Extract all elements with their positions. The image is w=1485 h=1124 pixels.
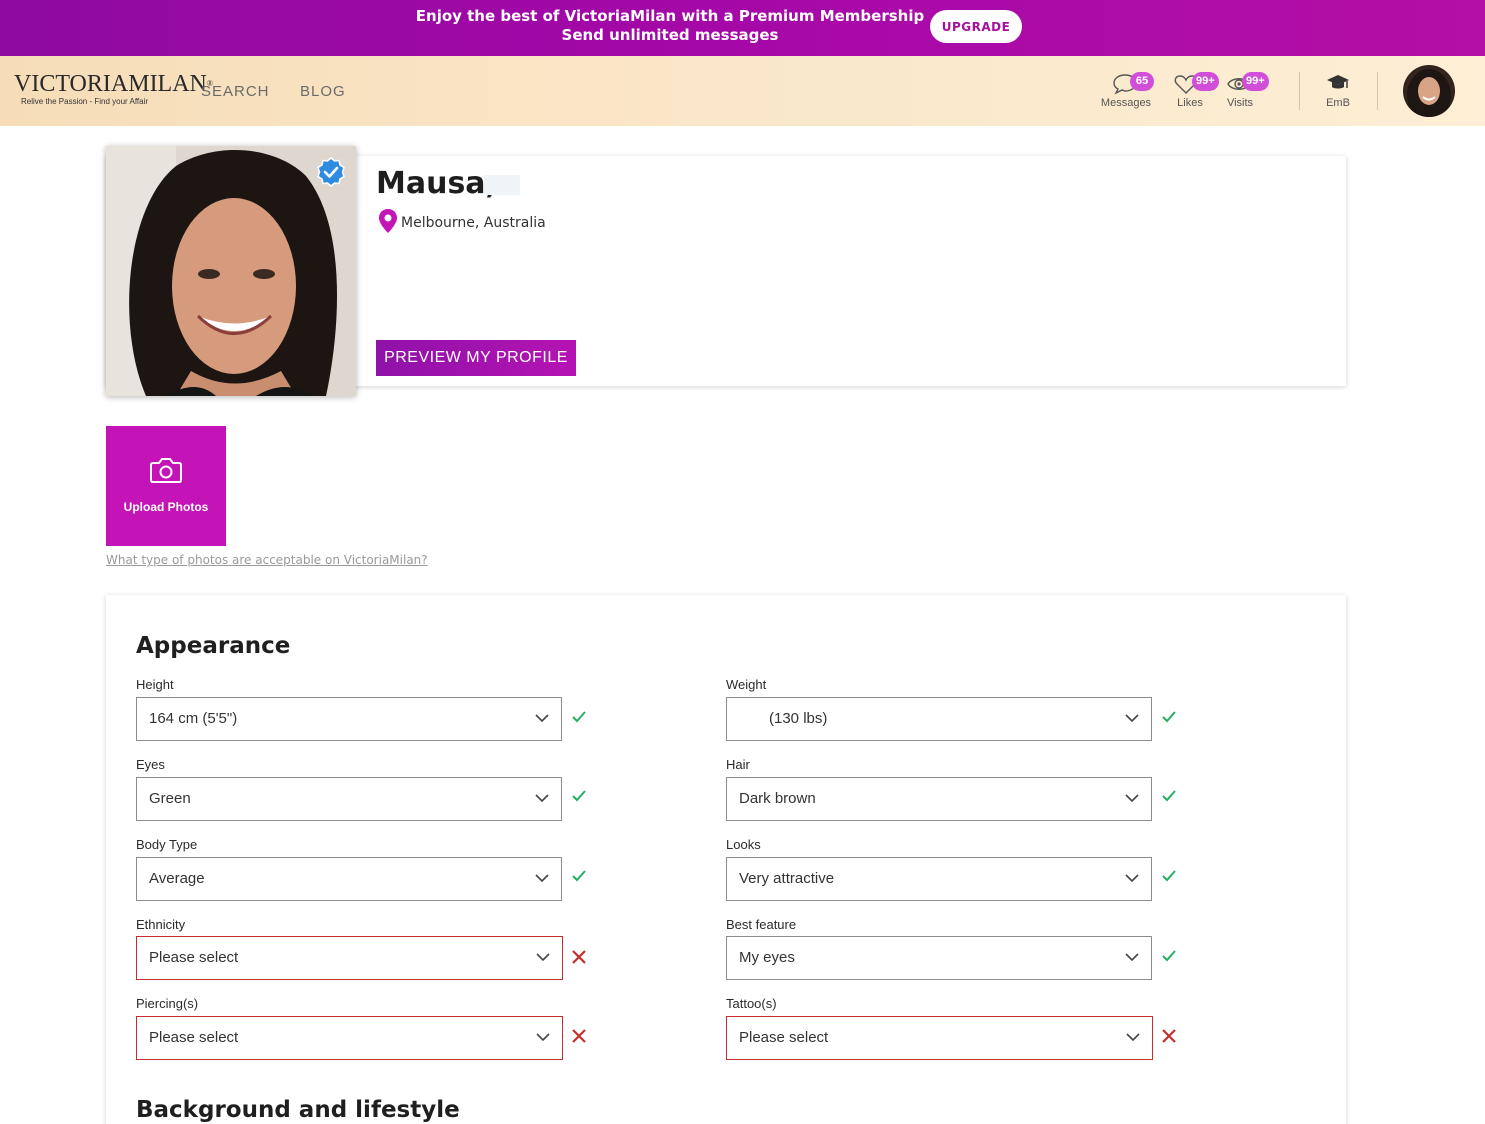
avatar-portrait — [1407, 69, 1451, 117]
nav-blog-link[interactable]: BLOG — [300, 83, 346, 100]
check-icon — [572, 870, 586, 882]
user-avatar[interactable] — [1403, 65, 1455, 117]
check-icon — [1162, 711, 1176, 723]
messages-label: Messages — [1100, 97, 1152, 109]
profile-name: Mausa, — [376, 166, 497, 201]
weight-label: Weight — [726, 677, 767, 692]
piercings-select[interactable]: Please select — [136, 1016, 563, 1060]
error-x-icon — [1162, 1029, 1176, 1043]
camera-icon — [150, 458, 182, 483]
messages-count-badge: 65 — [1130, 72, 1154, 91]
visits-label: Visits — [1226, 97, 1254, 109]
check-icon — [572, 790, 586, 802]
eyes-value: Green — [149, 790, 191, 807]
height-label: Height — [136, 677, 174, 692]
likes-count-badge: 99+ — [1192, 72, 1219, 91]
promo-banner: Enjoy the best of VictoriaMilan with a P… — [0, 0, 1485, 56]
eyes-label: Eyes — [136, 757, 165, 772]
weight-value: (130 lbs) — [769, 710, 828, 727]
header-divider — [1377, 72, 1378, 110]
upgrade-button[interactable]: UPGRADE — [930, 10, 1022, 43]
body-type-select[interactable]: Average — [136, 857, 562, 901]
chevron-down-icon — [1125, 874, 1139, 883]
weight-select[interactable]: (130 lbs) — [726, 697, 1152, 741]
check-icon — [1162, 790, 1176, 802]
check-icon — [1162, 870, 1176, 882]
appearance-title: Appearance — [136, 633, 291, 659]
upload-photos-button[interactable]: Upload Photos — [106, 426, 226, 546]
chevron-down-icon — [1125, 714, 1139, 723]
chevron-down-icon — [1125, 794, 1139, 803]
likes-label: Likes — [1177, 97, 1203, 109]
graduation-cap-icon — [1327, 75, 1349, 89]
promo-text: Enjoy the best of VictoriaMilan with a P… — [400, 7, 940, 45]
logo[interactable]: VICTORIAMILAN® Relive the Passion - Find… — [14, 71, 213, 111]
ethnicity-label: Ethnicity — [136, 917, 186, 932]
height-value: 164 cm (5'5") — [149, 710, 238, 727]
check-icon — [572, 711, 586, 723]
ethnicity-value: Please select — [149, 949, 239, 966]
error-x-icon — [572, 950, 586, 964]
location-pin-icon — [379, 209, 397, 233]
chevron-down-icon — [535, 794, 549, 803]
verified-badge-icon — [317, 157, 345, 187]
height-select[interactable]: 164 cm (5'5") — [136, 697, 562, 741]
chevron-down-icon — [1125, 953, 1139, 962]
emb-nav[interactable]: EmB — [1318, 71, 1358, 109]
best-feature-select[interactable]: My eyes — [726, 936, 1152, 980]
emb-label: EmB — [1326, 97, 1350, 109]
chevron-down-icon — [535, 714, 549, 723]
name-redaction — [484, 175, 520, 195]
ethnicity-select[interactable]: Please select — [136, 936, 563, 980]
eyes-select[interactable]: Green — [136, 777, 562, 821]
looks-label: Looks — [726, 837, 761, 852]
error-x-icon — [572, 1029, 586, 1043]
chevron-down-icon — [535, 874, 549, 883]
looks-value: Very attractive — [739, 870, 835, 887]
promo-line-2: Send unlimited messages — [561, 26, 779, 44]
best-feature-value: My eyes — [739, 949, 795, 966]
tattoos-value: Please select — [739, 1029, 829, 1046]
hair-label: Hair — [726, 757, 750, 772]
body-type-value: Average — [149, 870, 205, 887]
tattoos-label: Tattoo(s) — [726, 996, 777, 1011]
nav-search-link[interactable]: SEARCH — [201, 83, 270, 100]
preview-profile-button[interactable]: PREVIEW MY PROFILE — [376, 340, 576, 376]
chevron-down-icon — [536, 1033, 550, 1042]
location-text: Melbourne, Australia — [401, 215, 546, 231]
logo-tagline: Relive the Passion - Find your Affair — [21, 97, 149, 106]
hair-select[interactable]: Dark brown — [726, 777, 1152, 821]
hair-value: Dark brown — [739, 790, 816, 807]
likes-nav[interactable]: 99+ Likes — [1170, 71, 1219, 109]
chevron-down-icon — [1126, 1033, 1140, 1042]
promo-line-1: Enjoy the best of VictoriaMilan with a P… — [415, 7, 925, 25]
looks-select[interactable]: Very attractive — [726, 857, 1152, 901]
visits-count-badge: 99+ — [1242, 72, 1269, 91]
logo-text: VICTORIAMILAN — [14, 71, 207, 97]
tattoos-select[interactable]: Please select — [726, 1016, 1153, 1060]
messages-nav[interactable]: 65 Messages — [1100, 71, 1154, 109]
best-feature-label: Best feature — [726, 917, 797, 932]
header-divider — [1299, 72, 1300, 110]
piercings-label: Piercing(s) — [136, 996, 199, 1011]
background-lifestyle-title: Background and lifestyle — [136, 1097, 460, 1123]
site-header: VICTORIAMILAN® Relive the Passion - Find… — [0, 56, 1485, 126]
body-type-label: Body Type — [136, 837, 198, 852]
photo-guidelines-link[interactable]: What type of photos are acceptable on Vi… — [106, 553, 428, 567]
check-icon — [1162, 950, 1176, 962]
chevron-down-icon — [536, 953, 550, 962]
piercings-value: Please select — [149, 1029, 239, 1046]
visits-nav[interactable]: 99+ Visits — [1222, 71, 1269, 109]
upload-photos-label: Upload Photos — [123, 500, 209, 514]
